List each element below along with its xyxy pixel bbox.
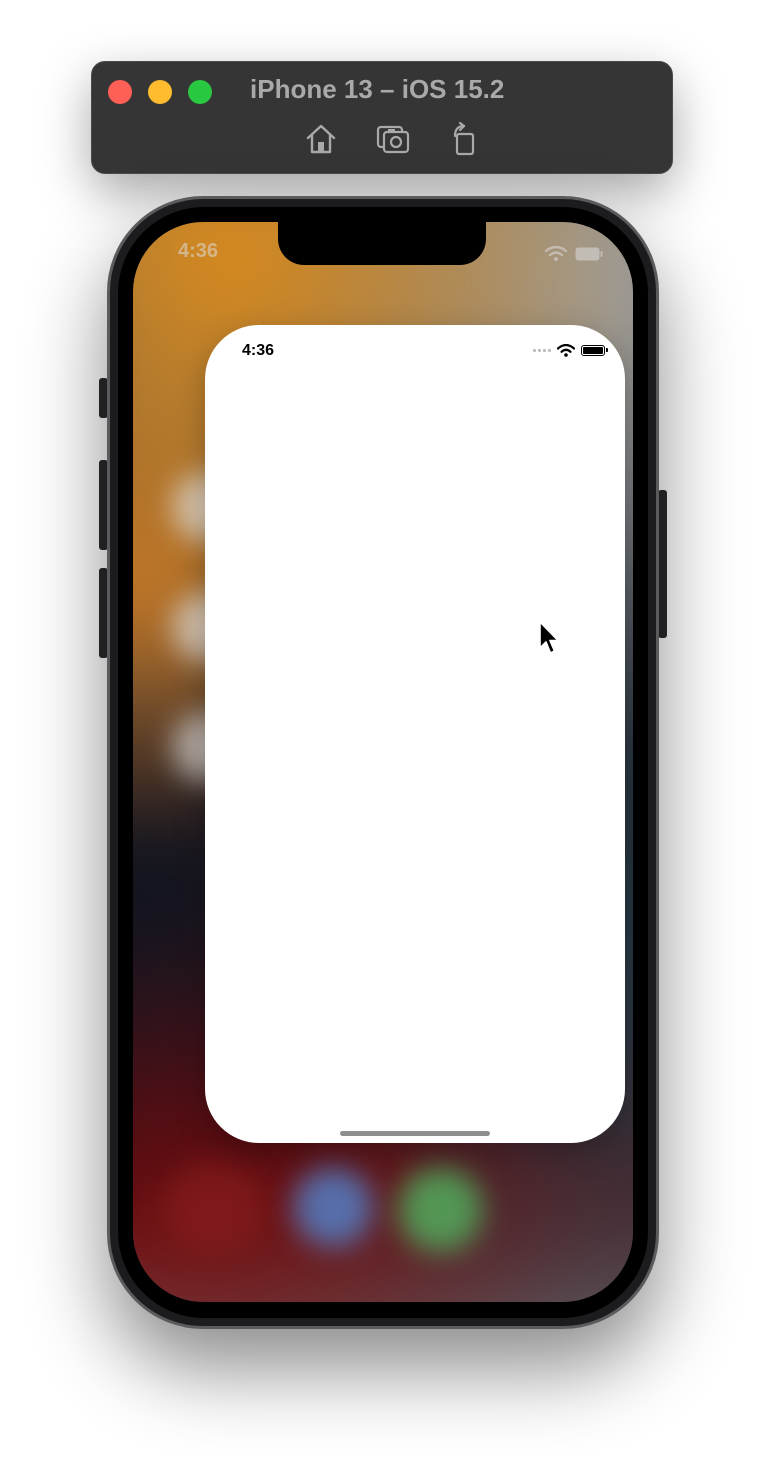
blurred-dock-icon xyxy=(163,1162,263,1252)
window-maximize-button[interactable] xyxy=(188,80,212,104)
app-switcher-card[interactable]: 4:36 xyxy=(205,325,625,1143)
battery-level xyxy=(583,347,603,354)
rotate-button[interactable] xyxy=(447,122,481,156)
wifi-icon xyxy=(545,246,567,261)
background-status-icons xyxy=(545,246,603,262)
home-icon xyxy=(306,124,336,154)
home-indicator[interactable] xyxy=(340,1131,490,1136)
device-notch xyxy=(278,222,486,265)
status-bar-icons xyxy=(533,344,608,357)
mouse-pointer-icon xyxy=(538,620,560,656)
screenshot-icon xyxy=(376,125,410,154)
simulator-window-titlebar: iPhone 13 – iOS 15.2 xyxy=(91,61,673,174)
status-bar-time: 4:36 xyxy=(242,342,275,359)
blurred-dock-icon xyxy=(293,1167,373,1247)
side-power-button[interactable] xyxy=(658,490,667,638)
home-button[interactable] xyxy=(304,122,338,156)
device-screen[interactable]: 4:36 4:36 xyxy=(133,222,633,1302)
window-close-button[interactable] xyxy=(108,80,132,104)
battery-cap xyxy=(606,348,608,352)
blurred-dock-icon xyxy=(398,1167,483,1252)
screenshot-button[interactable] xyxy=(376,122,410,156)
rotate-icon xyxy=(453,122,475,156)
wifi-icon xyxy=(557,344,575,357)
battery-icon xyxy=(575,247,603,261)
window-minimize-button[interactable] xyxy=(148,80,172,104)
background-status-time: 4:36 xyxy=(178,240,219,262)
battery-icon xyxy=(581,345,608,356)
cellular-signal-icon xyxy=(533,349,551,352)
simulator-title: iPhone 13 – iOS 15.2 xyxy=(250,74,505,104)
